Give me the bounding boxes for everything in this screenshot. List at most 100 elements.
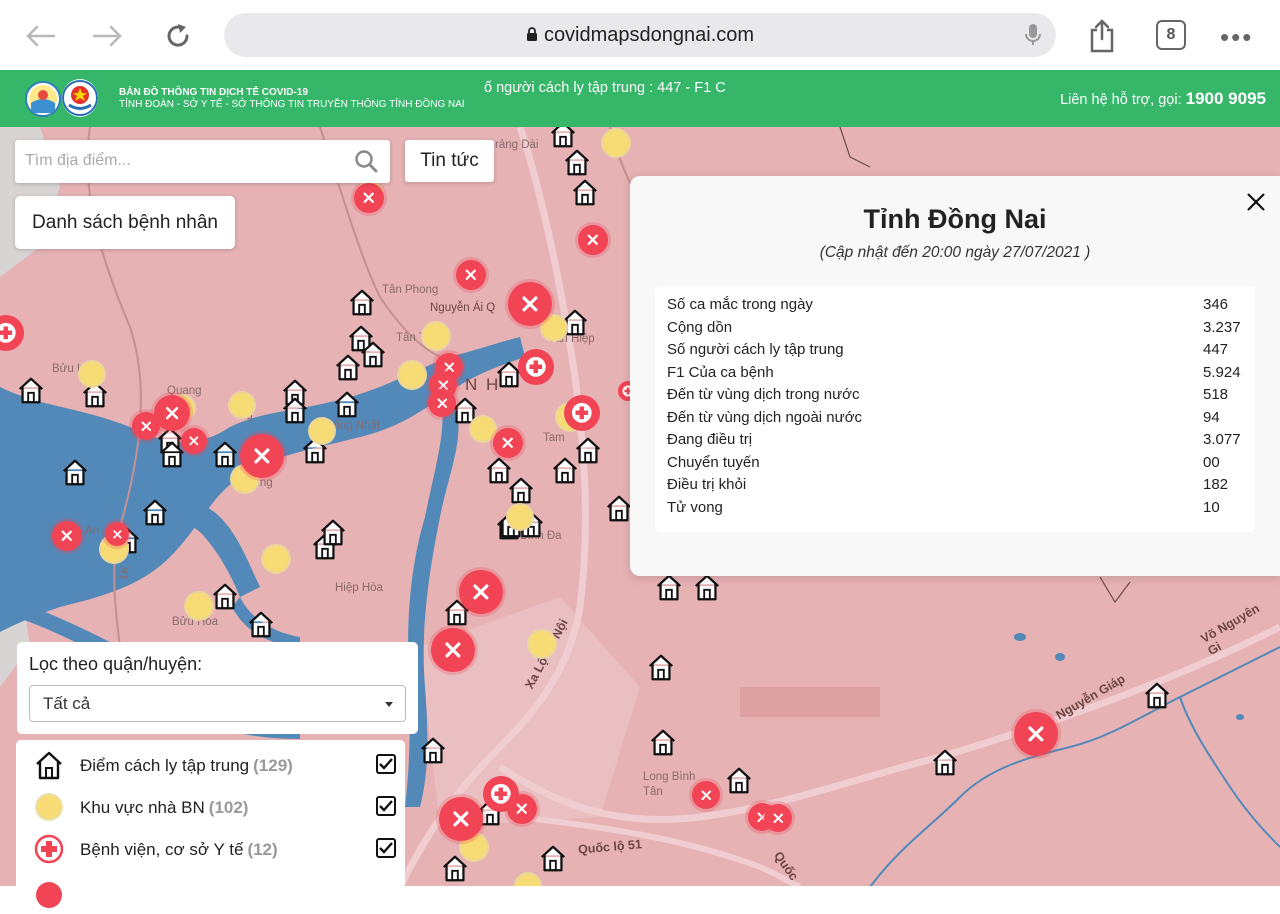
quarantine-house-marker[interactable]: [318, 517, 348, 547]
case-marker[interactable]: [52, 521, 82, 551]
patient-home-marker[interactable]: [80, 362, 104, 386]
case-marker[interactable]: [431, 628, 475, 672]
patient-home-marker[interactable]: [471, 417, 495, 441]
checkmark-icon: [379, 758, 393, 770]
place-label: Nguyễn Ái Q: [430, 302, 496, 314]
case-marker[interactable]: [578, 225, 608, 255]
hospital-marker[interactable]: [564, 395, 600, 431]
stat-label: Đang điều trị: [667, 431, 753, 448]
quarantine-house-marker[interactable]: [538, 843, 568, 873]
legend-item-quarantine[interactable]: Điểm cách ly tập trung (129): [16, 744, 405, 784]
hospital-marker[interactable]: [518, 349, 554, 385]
quarantine-house-marker[interactable]: [573, 435, 603, 465]
quarantine-house-marker[interactable]: [648, 727, 678, 757]
patient-home-marker[interactable]: [186, 593, 212, 619]
quarantine-house-marker[interactable]: [60, 457, 90, 487]
quarantine-house-marker[interactable]: [210, 581, 240, 611]
patient-home-marker[interactable]: [529, 631, 555, 657]
legend-item-hospital[interactable]: Bệnh viện, cơ sở Y tế (12): [16, 828, 405, 868]
case-marker[interactable]: [428, 389, 456, 417]
patient-home-marker[interactable]: [508, 505, 532, 529]
patient-list-button[interactable]: Danh sách bệnh nhân: [15, 196, 235, 249]
more-menu-icon[interactable]: •••: [1220, 22, 1253, 53]
case-marker[interactable]: [354, 183, 384, 213]
case-marker[interactable]: [456, 260, 486, 290]
quarantine-house-marker[interactable]: [1142, 680, 1172, 710]
legend-item-patient-home[interactable]: Khu vực nhà BN (102): [16, 786, 405, 826]
case-marker[interactable]: [439, 797, 483, 841]
quarantine-house-marker[interactable]: [333, 352, 363, 382]
legend-checkbox[interactable]: [376, 754, 396, 774]
quarantine-house-marker[interactable]: [347, 287, 377, 317]
case-marker[interactable]: [459, 570, 503, 614]
quarantine-house-marker[interactable]: [646, 652, 676, 682]
district-select[interactable]: Tất cả: [29, 685, 406, 722]
quarantine-house-marker[interactable]: [692, 572, 722, 602]
forward-button[interactable]: [88, 16, 128, 56]
patient-home-marker[interactable]: [542, 316, 566, 340]
site-subtitle: TỈNH ĐOÀN - SỞ Y TẾ - SỞ THÔNG TIN TRUYỀ…: [119, 99, 465, 110]
share-icon: [1090, 19, 1114, 53]
case-marker[interactable]: [181, 428, 207, 454]
quarantine-house-marker[interactable]: [332, 389, 362, 419]
stat-value: 5.924: [1203, 363, 1241, 381]
quarantine-house-marker[interactable]: [562, 147, 592, 177]
patient-home-marker[interactable]: [230, 393, 254, 417]
youth-union-logo: [62, 79, 98, 117]
address-bar[interactable]: covidmapsdongnai.com: [224, 13, 1056, 57]
lock-icon: [526, 24, 538, 47]
quarantine-house-marker[interactable]: [506, 475, 536, 505]
quarantine-house-marker[interactable]: [16, 375, 46, 405]
patient-home-marker[interactable]: [423, 323, 449, 349]
yellow-dot-icon: [32, 790, 66, 824]
close-x-icon: [363, 192, 375, 204]
hospital-cross-icon: [32, 832, 66, 866]
case-marker[interactable]: [240, 434, 284, 478]
case-marker[interactable]: [508, 282, 552, 326]
search-input[interactable]: [15, 140, 335, 181]
case-marker[interactable]: [692, 781, 720, 809]
quarantine-house-marker[interactable]: [548, 127, 578, 149]
patient-home-marker[interactable]: [399, 362, 425, 388]
legend-checkbox[interactable]: [376, 796, 396, 816]
case-marker[interactable]: [493, 428, 523, 458]
close-x-icon: [502, 437, 514, 449]
quarantine-house-marker[interactable]: [930, 747, 960, 777]
house-icon: [726, 767, 752, 794]
patient-home-marker[interactable]: [263, 546, 289, 572]
quarantine-house-marker[interactable]: [246, 609, 276, 639]
quarantine-house-marker[interactable]: [418, 735, 448, 765]
reload-button[interactable]: [158, 16, 198, 56]
quarantine-house-marker[interactable]: [654, 572, 684, 602]
share-button[interactable]: [1082, 16, 1122, 56]
house-icon: [62, 459, 88, 486]
hospital-cross-icon: [0, 323, 16, 343]
case-marker[interactable]: [764, 804, 792, 832]
stat-row: Đến từ vùng dịch ngoài nước 94: [655, 409, 1255, 432]
quarantine-house-marker[interactable]: [210, 439, 240, 469]
chevron-down-icon: [385, 702, 393, 707]
quarantine-house-marker[interactable]: [724, 765, 754, 795]
legend-checkbox[interactable]: [376, 838, 396, 858]
case-marker[interactable]: [105, 522, 129, 546]
news-button[interactable]: Tin tức: [405, 140, 494, 182]
close-x-icon: [701, 790, 711, 800]
patient-home-marker[interactable]: [310, 419, 334, 443]
case-marker[interactable]: [1014, 712, 1058, 756]
house-icon: [694, 574, 720, 601]
tab-count-button[interactable]: 8: [1156, 20, 1186, 50]
support-phone[interactable]: 1900 9095: [1186, 89, 1266, 108]
search-icon[interactable]: [354, 149, 378, 178]
quarantine-house-marker[interactable]: [280, 395, 310, 425]
back-button[interactable]: [20, 16, 60, 56]
patient-home-marker[interactable]: [603, 130, 629, 156]
checkmark-icon: [379, 800, 393, 812]
stat-row: Số người cách ly tập trung 447: [655, 341, 1255, 364]
microphone-icon[interactable]: [1024, 23, 1042, 53]
quarantine-house-marker[interactable]: [140, 497, 170, 527]
quarantine-house-marker[interactable]: [570, 177, 600, 207]
case-marker[interactable]: [154, 395, 190, 431]
case-marker[interactable]: [507, 794, 537, 824]
close-x-icon: [141, 421, 151, 431]
back-arrow-icon: [26, 25, 56, 47]
